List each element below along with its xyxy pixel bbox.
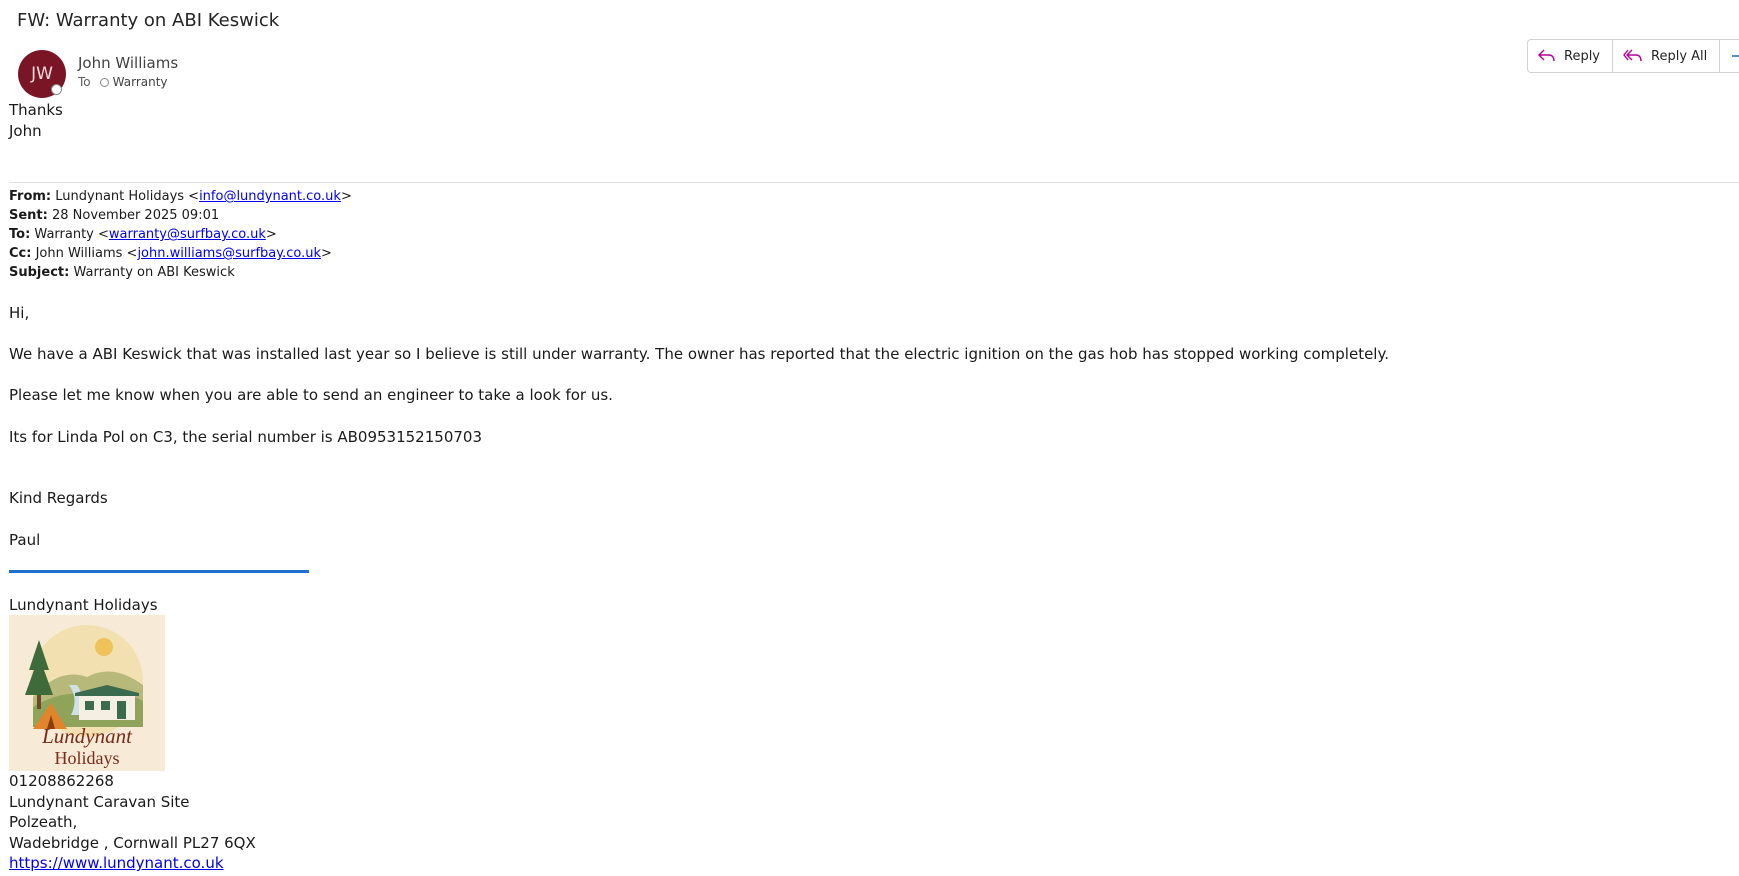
recipient-line: To Warranty — [78, 75, 168, 89]
from-name: Lundynant Holidays < — [55, 189, 200, 204]
to-label: To — [78, 75, 91, 89]
forward-sent-line: Sent: 28 November 2025 09:01 — [9, 208, 219, 223]
reply-label: Reply — [1564, 48, 1601, 64]
forward-icon — [1732, 55, 1739, 57]
forward-paragraph-1: We have a ABI Keswick that was installed… — [9, 345, 1389, 363]
signature-address-2: Polzeath, — [9, 813, 78, 831]
forward-button[interactable]: F — [1720, 40, 1739, 72]
website-link[interactable]: https://www.lundynant.co.uk — [9, 854, 224, 872]
signature-divider — [9, 570, 309, 573]
forward-separator — [9, 182, 1739, 183]
cc-email-link[interactable]: john.williams@surfbay.co.uk — [137, 246, 321, 261]
subject-value: Warranty on ABI Keswick — [73, 265, 235, 280]
forward-to-line: To: Warranty <warranty@surfbay.co.uk> — [9, 227, 277, 242]
reply-all-button[interactable]: Reply All — [1613, 40, 1721, 72]
forward-signer: Paul — [9, 531, 41, 549]
forward-paragraph-2: Please let me know when you are able to … — [9, 386, 613, 404]
lundynant-logo: Lundynant Holidays — [9, 615, 165, 771]
message-thanks: Thanks — [9, 101, 63, 119]
to-header-name: Warranty < — [34, 227, 109, 242]
from-email-link[interactable]: info@lundynant.co.uk — [199, 189, 341, 204]
to-close: > — [265, 227, 277, 242]
presence-status-icon — [51, 84, 62, 95]
message-actions-toolbar: Reply Reply All F — [1527, 39, 1739, 73]
signature-address-3: Wadebridge , Cornwall PL27 6QX — [9, 834, 256, 852]
forward-subject-line: Subject: Warranty on ABI Keswick — [9, 265, 235, 280]
signature-phone: 01208862268 — [9, 772, 114, 790]
subject-label: Subject: — [9, 265, 70, 280]
forward-paragraph-3: Its for Linda Pol on C3, the serial numb… — [9, 428, 482, 446]
recipient-presence-icon — [99, 77, 109, 87]
reply-all-label: Reply All — [1651, 48, 1708, 64]
sent-value: 28 November 2025 09:01 — [52, 208, 220, 223]
logo-wordmark-line1: Lundynant — [41, 724, 133, 748]
sent-label: Sent: — [9, 208, 48, 223]
sender-name[interactable]: John Williams — [78, 54, 178, 72]
forward-from-line: From: Lundynant Holidays <info@lundynant… — [9, 189, 352, 204]
to-email-link[interactable]: warranty@surfbay.co.uk — [109, 227, 266, 242]
signature-address-1: Lundynant Caravan Site — [9, 793, 190, 811]
forward-regards: Kind Regards — [9, 489, 108, 507]
forward-greeting: Hi, — [9, 304, 30, 322]
recipient-name[interactable]: Warranty — [113, 75, 168, 89]
from-close: > — [340, 189, 352, 204]
forward-cc-line: Cc: John Williams <john.williams@surfbay… — [9, 246, 332, 261]
cc-label: Cc: — [9, 246, 32, 261]
from-label: From: — [9, 189, 52, 204]
reply-button[interactable]: Reply — [1528, 40, 1614, 72]
email-subject: FW: Warranty on ABI Keswick — [17, 10, 280, 31]
signature-company: Lundynant Holidays — [9, 596, 158, 614]
reply-all-icon — [1623, 49, 1642, 62]
message-signoff: John — [9, 122, 42, 140]
signature-website: https://www.lundynant.co.uk — [9, 854, 224, 872]
cc-close: > — [321, 246, 332, 261]
reply-icon — [1538, 49, 1555, 62]
logo-wordmark-line2: Holidays — [55, 748, 120, 768]
cc-name: John Williams < — [35, 246, 138, 261]
to-header-label: To: — [9, 227, 31, 242]
